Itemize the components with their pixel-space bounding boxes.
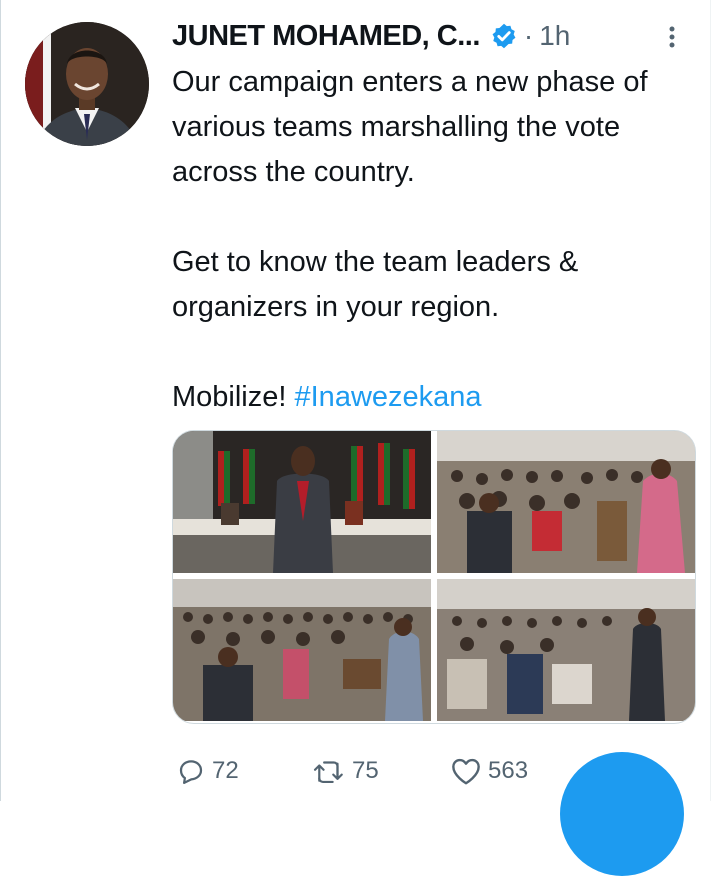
tweet-header: JUNET MOHAMED, C... · 1h: [172, 14, 692, 58]
retweet-button[interactable]: 75: [312, 748, 379, 794]
photo-audience-podium: [437, 431, 695, 573]
avatar-image: [25, 22, 149, 146]
media-photo-4[interactable]: [437, 579, 695, 721]
compose-tweet-fab[interactable]: [560, 752, 684, 876]
photo-stage-speaker: [173, 431, 431, 573]
verified-badge-icon: [492, 23, 516, 49]
media-photo-1[interactable]: [173, 431, 431, 573]
tweet-timestamp[interactable]: 1h: [539, 20, 570, 52]
retweet-count: 75: [352, 757, 379, 784]
hashtag-link[interactable]: #Inawezekana: [295, 381, 482, 413]
time-separator: ·: [523, 20, 534, 51]
timeline-right-border: [710, 0, 711, 801]
more-options-icon[interactable]: [668, 26, 676, 48]
reply-button[interactable]: 72: [176, 748, 239, 794]
media-photo-3[interactable]: [173, 579, 431, 721]
author-avatar[interactable]: [25, 22, 149, 146]
reply-count: 72: [212, 757, 239, 784]
like-count: 563: [488, 757, 529, 784]
reply-icon: [179, 760, 203, 784]
media-photo-2[interactable]: [437, 431, 695, 573]
tweet-body-text: Our campaign enters a new phase of vario…: [172, 66, 648, 413]
photo-speaker-standing: [437, 579, 695, 721]
photo-audience-wide: [173, 579, 431, 721]
tweet-text: Our campaign enters a new phase of vario…: [172, 60, 692, 420]
like-button[interactable]: 563: [450, 748, 528, 794]
heart-icon: [452, 758, 480, 785]
retweet-icon: [313, 761, 343, 784]
timeline-left-border: [0, 0, 1, 801]
tweet-media-grid: [172, 430, 696, 724]
author-name[interactable]: JUNET MOHAMED, C...: [172, 20, 480, 53]
